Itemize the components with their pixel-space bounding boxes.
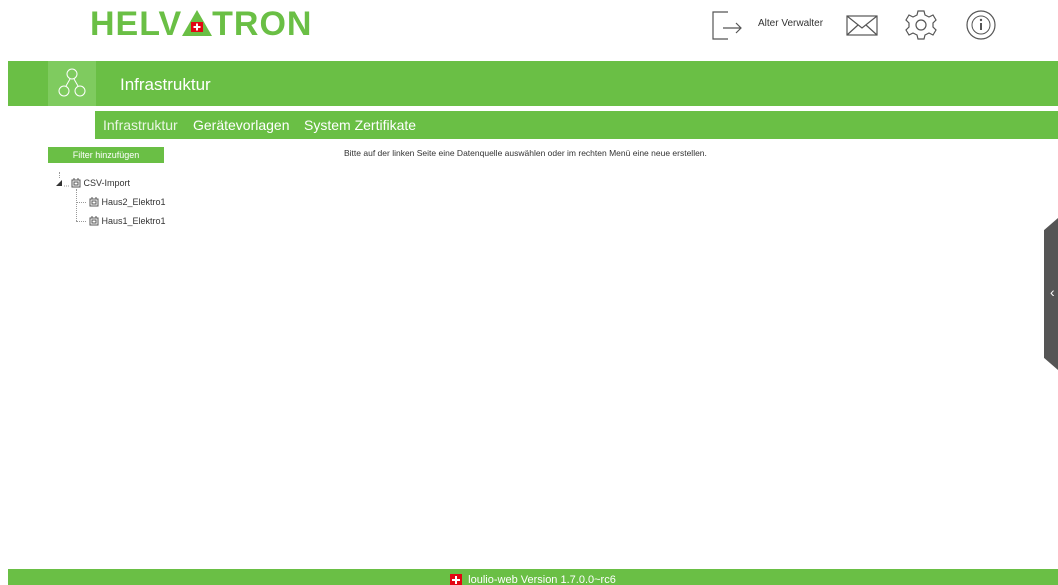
mail-icon[interactable]	[845, 10, 879, 44]
side-menu-toggle[interactable]: ‹	[1044, 218, 1058, 370]
user-name[interactable]: Alter Verwalter	[758, 18, 823, 29]
tree-line	[59, 172, 60, 178]
title-bar: Infrastruktur	[8, 61, 1058, 106]
logo-text-left: HELV	[90, 5, 183, 43]
tree-root-label: CSV-Import	[83, 178, 131, 188]
tree-line	[76, 221, 86, 222]
infrastructure-icon	[48, 61, 96, 106]
swiss-flag-icon	[450, 574, 463, 585]
chevron-left-icon: ‹	[1050, 284, 1055, 300]
tab-infrastruktur[interactable]: Infrastruktur	[99, 111, 182, 139]
info-message: Bitte auf der linken Seite eine Datenque…	[344, 148, 707, 158]
info-icon[interactable]	[964, 8, 998, 42]
tab-geraetevorlagen[interactable]: Gerätevorlagen	[189, 111, 294, 139]
tree-child-label: Haus1_Elektro1	[101, 216, 166, 226]
page-title: Infrastruktur	[120, 75, 211, 94]
gear-icon[interactable]	[904, 8, 938, 42]
tree-child-node[interactable]: Haus2_Elektro1	[89, 196, 166, 207]
tree-line	[76, 202, 86, 203]
device-icon	[89, 216, 99, 226]
tree-child-node[interactable]: Haus1_Elektro1	[89, 215, 166, 226]
tree-expand-toggle[interactable]	[56, 176, 70, 190]
tree-child-label: Haus2_Elektro1	[101, 197, 166, 207]
logo-a-flag-icon	[182, 10, 213, 36]
version-text: loulio-web Version 1.7.0.0~rc6	[468, 574, 616, 585]
device-icon	[71, 178, 81, 188]
tree-line	[76, 189, 77, 221]
tab-system-zertifikate[interactable]: System Zertifikate	[300, 111, 420, 139]
device-icon	[89, 197, 99, 207]
logo-text-right: TRON	[212, 5, 313, 43]
nav-tabs: Infrastruktur Gerätevorlagen System Zert…	[95, 111, 1058, 139]
tree-root-node[interactable]: CSV-Import	[71, 177, 130, 188]
add-filter-button[interactable]: Filter hinzufügen	[48, 147, 164, 163]
helvatron-logo: HELV TRON	[90, 4, 312, 44]
logout-icon[interactable]	[710, 8, 744, 42]
footer: loulio-web Version 1.7.0.0~rc6	[8, 569, 1058, 585]
